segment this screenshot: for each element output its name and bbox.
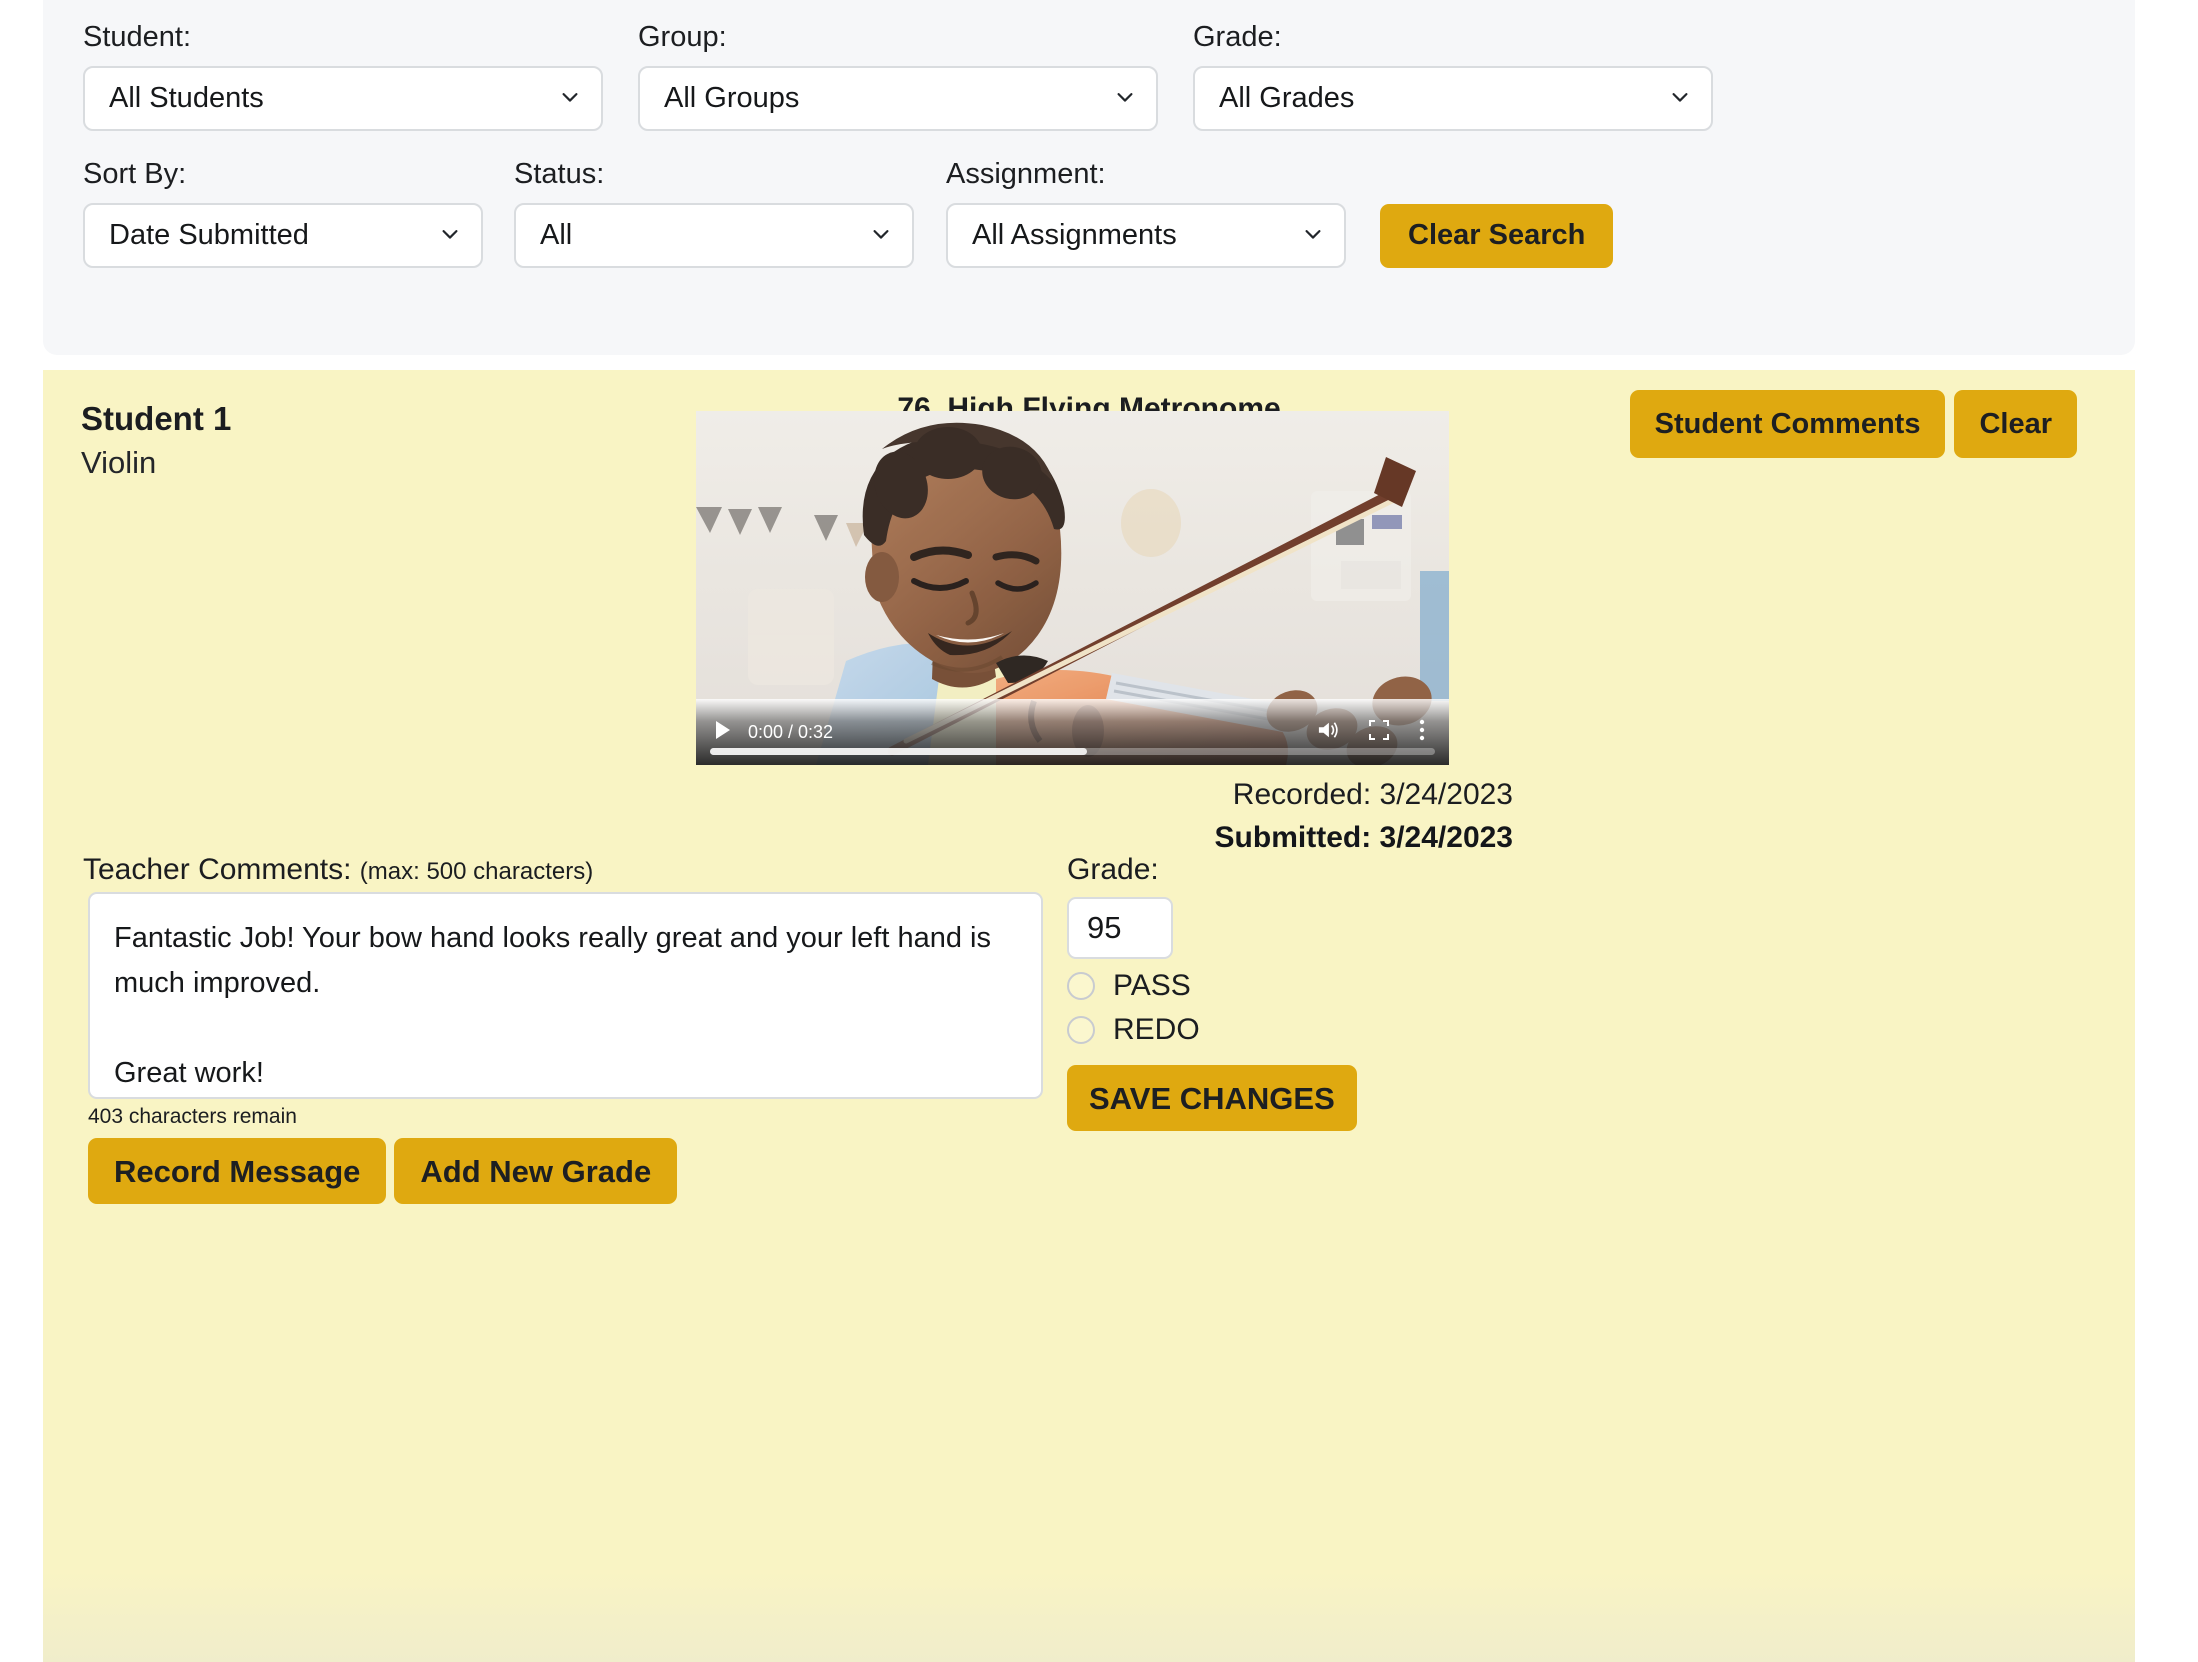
video-controls-left: 0:00 / 0:32: [696, 720, 833, 745]
submission-card: Student 1 Violin 76. High Flying Metrono…: [43, 370, 2135, 1662]
student-select-value: All Students: [109, 81, 264, 114]
student-instrument: Violin: [81, 445, 157, 480]
video-controls[interactable]: 0:00 / 0:32: [696, 699, 1449, 765]
pass-radio-row[interactable]: PASS: [1067, 969, 1357, 1003]
assignment-value: All Assignments: [972, 218, 1177, 251]
video-controls-right: [1317, 719, 1449, 746]
chevron-down-icon: [559, 86, 581, 108]
grade-input[interactable]: [1067, 897, 1173, 959]
group-select[interactable]: All Groups: [638, 65, 1158, 131]
pass-label: PASS: [1113, 969, 1191, 1002]
field-sort-by: Sort By: Date Submitted: [83, 157, 483, 268]
filter-row-primary: Student: All Students Group: All Groups: [83, 21, 2095, 131]
field-group: Group: All Groups: [638, 21, 1158, 131]
save-changes-button[interactable]: SAVE CHANGES: [1067, 1065, 1357, 1131]
volume-icon[interactable]: [1317, 720, 1339, 745]
submission-action-buttons: Record Message Add New Grade: [88, 1138, 678, 1204]
video-time-display: 0:00 / 0:32: [748, 721, 834, 742]
grading-page: Student: All Students Group: All Groups: [0, 0, 2198, 1662]
chevron-down-icon: [1669, 86, 1691, 108]
sort-by-value: Date Submitted: [109, 218, 309, 251]
sort-by-label: Sort By:: [83, 157, 187, 190]
recorded-date: Recorded: 3/24/2023: [1232, 778, 1513, 811]
submitted-date: Submitted: 3/24/2023: [1214, 821, 1513, 854]
grade-filter-label: Grade:: [1193, 21, 1282, 53]
redo-radio-row[interactable]: REDO: [1067, 1013, 1357, 1047]
grade-section: Grade: PASS REDO SAVE CHANGES: [1067, 853, 1357, 1131]
student-name: Student 1: [81, 400, 232, 437]
add-new-grade-button[interactable]: Add New Grade: [394, 1138, 678, 1204]
header-buttons: Student Comments Clear: [1629, 390, 2077, 458]
group-label: Group:: [638, 21, 727, 53]
field-grade-filter: Grade: All Grades: [1193, 21, 1713, 131]
redo-label: REDO: [1113, 1013, 1200, 1046]
video-progress-buffered: [710, 748, 1087, 755]
play-icon[interactable]: [714, 720, 732, 745]
redo-radio[interactable]: [1067, 1016, 1095, 1044]
filter-panel: Student: All Students Group: All Groups: [43, 0, 2135, 355]
record-message-button[interactable]: Record Message: [88, 1138, 387, 1204]
assignment-label: Assignment:: [946, 157, 1106, 190]
grade-filter-value: All Grades: [1219, 81, 1355, 114]
clear-search-button[interactable]: Clear Search: [1380, 203, 1614, 268]
video-progress-bar[interactable]: [710, 748, 1435, 755]
submission-dates: Recorded: 3/24/2023 Submitted: 3/24/2023: [1215, 778, 1513, 855]
chevron-down-icon: [439, 223, 461, 245]
status-value: All: [540, 218, 573, 251]
grade-filter-select[interactable]: All Grades: [1193, 65, 1713, 131]
student-comments-button[interactable]: Student Comments: [1629, 390, 1946, 458]
status-label: Status:: [514, 157, 605, 190]
teacher-comments-max-note: (max: 500 characters): [359, 858, 594, 885]
sort-by-select[interactable]: Date Submitted: [83, 202, 483, 268]
filter-row-secondary: Sort By: Date Submitted Status: All Assi…: [83, 157, 2095, 268]
clear-button[interactable]: Clear: [1954, 390, 2077, 458]
fullscreen-icon[interactable]: [1369, 719, 1389, 745]
field-assignment: Assignment: All Assignments: [946, 157, 1346, 268]
more-options-icon[interactable]: [1419, 719, 1425, 746]
grade-label: Grade:: [1067, 853, 1159, 886]
teacher-comments-label: Teacher Comments: (max: 500 characters): [83, 853, 593, 887]
assignment-select[interactable]: All Assignments: [946, 202, 1346, 268]
chevron-down-icon: [870, 223, 892, 245]
teacher-comments-input[interactable]: Fantastic Job! Your bow hand looks reall…: [88, 892, 1043, 1099]
field-status: Status: All: [514, 157, 914, 268]
pass-radio[interactable]: [1067, 972, 1095, 1000]
video-player[interactable]: 0:00 / 0:32: [696, 411, 1449, 765]
teacher-comments-label-text: Teacher Comments:: [83, 853, 352, 886]
field-student: Student: All Students: [83, 21, 603, 131]
status-select[interactable]: All: [514, 202, 914, 268]
student-label: Student:: [83, 21, 192, 53]
group-select-value: All Groups: [664, 81, 800, 114]
chevron-down-icon: [1302, 223, 1324, 245]
chevron-down-icon: [1114, 86, 1136, 108]
student-select[interactable]: All Students: [83, 65, 603, 131]
characters-remain-text: 403 characters remain: [88, 1105, 297, 1128]
